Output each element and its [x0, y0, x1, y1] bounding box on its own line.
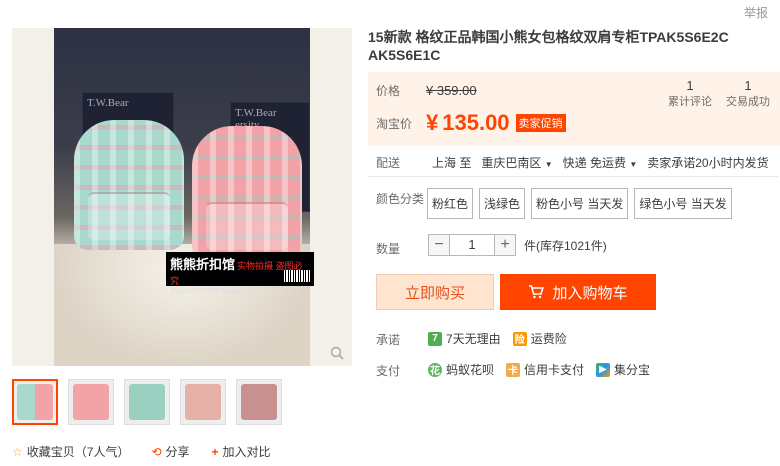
promise-shipping-insurance[interactable]: 险 运费险 [512, 330, 567, 347]
color-option[interactable]: 粉色小号 当天发 [531, 188, 629, 219]
decrease-button[interactable]: − [428, 234, 450, 256]
jifenbao-icon: ▶ [596, 362, 611, 377]
compare-button[interactable]: + 加入对比 [212, 443, 271, 460]
thumbnail-image [241, 384, 277, 420]
reviews-label: 累计评论 [668, 96, 712, 108]
divider [368, 176, 778, 177]
promise-items: 7 7天无理由 险 运费险 [428, 330, 567, 347]
shipping-label: 配送 [376, 156, 401, 170]
color-option[interactable]: 粉红色 [427, 188, 474, 219]
add-to-cart-button[interactable]: 加入购物车 [500, 274, 656, 310]
promise-7day[interactable]: 7 7天无理由 [428, 330, 501, 347]
barcode-icon [284, 270, 310, 282]
reviews-stat[interactable]: 1 累计评论 [660, 78, 720, 109]
thumbnail-2[interactable] [68, 379, 114, 425]
quantity-stepper: − 1 + 件(库存1021件) [428, 234, 607, 256]
ship-promise: 卖家承诺20小时内发货 [647, 156, 769, 170]
promo-badge[interactable]: 卖家促销 [515, 114, 566, 132]
payment-credit-card[interactable]: 卡 信用卡支付 [506, 361, 584, 378]
chevron-down-icon: ▼ [544, 160, 553, 169]
shipping-row: 配送 上海 至 重庆巴南区 ▼ 快递 免运费 ▼ 卖家承诺20小时内发货 [376, 154, 769, 171]
payment-label: 支付 [376, 364, 401, 378]
payment-jifenbao[interactable]: ▶ 集分宝 [596, 361, 650, 378]
stock-info: 件(库存1021件) [524, 238, 607, 253]
plus-icon: + [211, 444, 219, 459]
report-link[interactable]: 举报 [744, 4, 768, 21]
thumbnail-4[interactable] [180, 379, 226, 425]
share-button[interactable]: ⟲ 分享 [151, 443, 189, 460]
product-photo: T.W.Bear T.W.Bear ersity 熊熊折扣馆 实物拍摄 盗图必究 s… [54, 28, 314, 366]
favorite-button[interactable]: ☆ 收藏宝贝（7人气） [12, 443, 129, 460]
thumbnail-image [73, 384, 109, 420]
original-price-label: 价格 [376, 84, 401, 98]
color-option-label: 颜色分类 [376, 192, 425, 206]
quantity-input[interactable]: 1 [450, 234, 494, 256]
green-backpack [74, 120, 184, 250]
main-product-image[interactable]: T.W.Bear T.W.Bear ersity 熊熊折扣馆 实物拍摄 盗图必究 s… [12, 28, 352, 366]
seven-day-icon: 7 [428, 331, 442, 346]
sales-stat: 1 交易成功 [718, 78, 778, 109]
promise-label: 承诺 [376, 333, 401, 347]
ship-from: 上海 至 [432, 156, 472, 170]
thumbnail-1[interactable] [12, 379, 58, 425]
ship-method[interactable]: 快递 免运费 ▼ [563, 154, 638, 171]
current-price: 135.00 [442, 110, 510, 135]
original-price: ¥ 359.00 [426, 83, 477, 98]
star-icon: ☆ [12, 444, 23, 459]
price-panel: 价格 ¥ 359.00 淘宝价 ¥ 135.00 卖家促销 1 累计评论 1 交… [368, 72, 780, 146]
zoom-icon[interactable] [330, 346, 344, 360]
chevron-down-icon: ▼ [629, 160, 638, 169]
sales-count: 1 [744, 78, 752, 93]
cart-icon [529, 285, 545, 299]
shop-watermark: 熊熊折扣馆 实物拍摄 盗图必究 shop110417629.taobao.com [166, 252, 314, 295]
thumbnail-image [17, 384, 53, 420]
pink-backpack [192, 126, 302, 260]
taobao-price-label: 淘宝价 [376, 116, 413, 131]
thumbnail-image [129, 384, 165, 420]
color-option[interactable]: 绿色小号 当天发 [634, 188, 732, 219]
color-options: 粉红色 浅绿色 粉色小号 当天发 绿色小号 当天发 [427, 188, 732, 219]
buy-now-button[interactable]: 立即购买 [376, 274, 494, 310]
increase-button[interactable]: + [494, 234, 516, 256]
thumbnail-image [185, 384, 221, 420]
credit-card-icon: 卡 [506, 362, 521, 377]
thumbnail-3[interactable] [124, 379, 170, 425]
add-to-cart-label: 加入购物车 [552, 284, 628, 302]
huabei-icon: 花 [428, 362, 442, 377]
ship-to-selector[interactable]: 重庆巴南区 ▼ [481, 154, 552, 171]
thumbnail-5[interactable] [236, 379, 282, 425]
payment-huabei[interactable]: 花 蚂蚁花呗 [428, 361, 494, 378]
thumbnail-strip [12, 379, 282, 425]
product-title: 15新款 格纹正品韩国小熊女包格纹双肩专柜TPAK5S6E2C AK5S6E1C [368, 29, 729, 63]
quantity-label: 数量 [376, 242, 401, 256]
sales-label: 交易成功 [726, 96, 770, 108]
share-icon: ⟲ [151, 444, 162, 459]
insurance-icon: 险 [512, 331, 527, 346]
color-option[interactable]: 浅绿色 [479, 188, 526, 219]
share-bar: ☆ 收藏宝贝（7人气） ⟲ 分享 + 加入对比 [12, 443, 271, 460]
reviews-count: 1 [686, 78, 694, 93]
payment-items: 花 蚂蚁花呗 卡 信用卡支付 ▶ 集分宝 [428, 361, 650, 378]
currency-symbol: ¥ [426, 110, 439, 135]
